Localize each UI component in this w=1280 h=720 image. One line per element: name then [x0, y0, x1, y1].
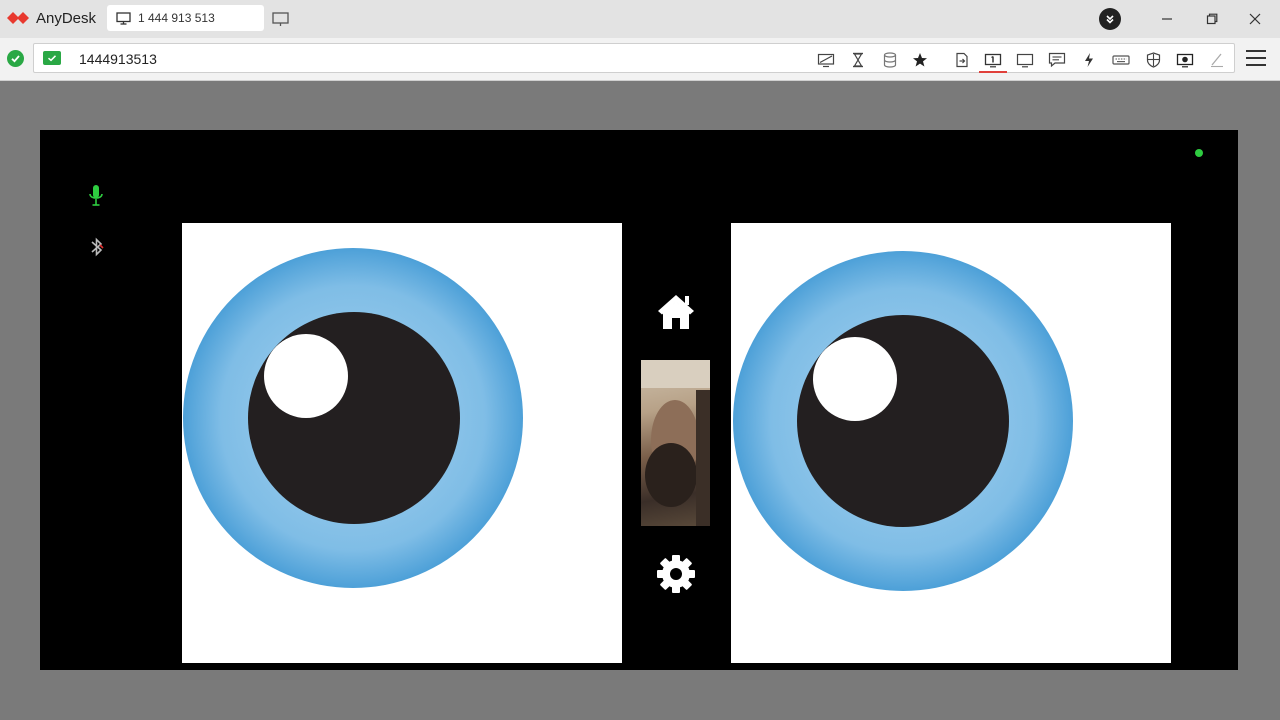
close-button[interactable]: [1244, 8, 1266, 30]
screen-record-icon: [1176, 53, 1194, 67]
bluetooth-off-icon[interactable]: [90, 235, 104, 264]
file-transfer-button[interactable]: [951, 51, 973, 69]
camera-preview: [641, 360, 710, 526]
permissions-button[interactable]: [1142, 51, 1164, 69]
address-bar: 1444913513: [0, 38, 1280, 81]
active-tool-indicator: [979, 71, 1007, 73]
monitor-icon: [1016, 53, 1034, 67]
menu-line: [1246, 57, 1266, 59]
pen-icon: [1211, 53, 1223, 68]
monitor-icon: [116, 11, 131, 25]
monitor-select-button[interactable]: [982, 51, 1004, 69]
title-bar: AnyDesk 1 444 913 513: [0, 0, 1280, 38]
monitor-one-icon: [984, 53, 1002, 67]
remote-monitor-icon: [43, 51, 61, 65]
restore-button[interactable]: [1201, 8, 1223, 30]
app-name: AnyDesk: [36, 9, 97, 27]
shield-icon: [1146, 52, 1160, 68]
anydesk-logo-icon: [7, 12, 29, 24]
download-icon: [1099, 8, 1121, 30]
microphone-icon[interactable]: [88, 184, 104, 213]
new-session-tab-button[interactable]: [272, 12, 290, 27]
tab-label: 1 444 913 513: [138, 11, 215, 25]
display-button[interactable]: [1014, 51, 1036, 69]
database-icon: [883, 52, 897, 68]
menu-line: [1246, 64, 1266, 66]
menu-line: [1246, 50, 1266, 52]
settings-icon: [657, 555, 695, 593]
address-input[interactable]: 1444913513: [33, 43, 1235, 73]
connection-ok-icon: [7, 50, 24, 67]
minimize-button[interactable]: [1156, 8, 1178, 30]
home-icon: [658, 295, 694, 329]
screen-record-button[interactable]: [1174, 51, 1196, 69]
settings-button[interactable]: [656, 554, 696, 599]
chat-button[interactable]: [1046, 51, 1068, 69]
hourglass-icon: [853, 52, 863, 68]
address-value: 1444913513: [79, 51, 157, 67]
home-button[interactable]: [656, 293, 696, 336]
right-eye-panel: [731, 223, 1171, 663]
session-timer-button[interactable]: [847, 51, 869, 69]
status-indicator: [1195, 149, 1203, 157]
left-glint: [264, 334, 348, 418]
session-tab[interactable]: 1 444 913 513: [107, 5, 264, 31]
display-settings-button[interactable]: [815, 51, 837, 69]
minimize-icon: [1162, 18, 1172, 20]
right-glint: [813, 337, 897, 421]
file-transfer-icon: [956, 52, 968, 68]
restore-icon: [1206, 13, 1218, 25]
lightning-icon: [1085, 53, 1093, 67]
chat-icon: [1048, 52, 1066, 68]
close-icon: [1249, 13, 1261, 25]
remote-screen[interactable]: [40, 130, 1238, 670]
downloads-button[interactable]: [1099, 8, 1121, 30]
add-monitor-icon: [272, 12, 289, 26]
whiteboard-button[interactable]: [1206, 51, 1228, 69]
star-icon: [913, 53, 927, 67]
actions-button[interactable]: [1078, 51, 1100, 69]
left-eye-panel: [182, 223, 622, 663]
display-settings-icon: [817, 53, 835, 67]
app-brand: AnyDesk: [6, 8, 96, 28]
storage-button[interactable]: [879, 51, 901, 69]
keyboard-button[interactable]: [1110, 51, 1132, 69]
main-menu-button[interactable]: [1246, 48, 1266, 68]
keyboard-icon: [1112, 55, 1130, 65]
favorite-button[interactable]: [909, 51, 931, 69]
